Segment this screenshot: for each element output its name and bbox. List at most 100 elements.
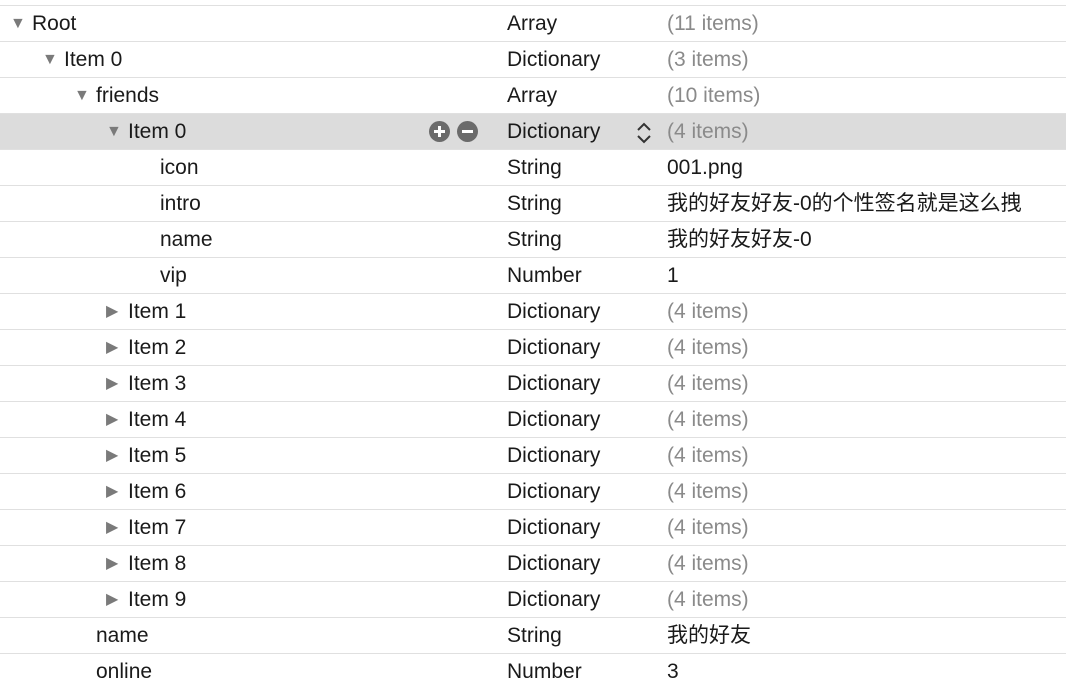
value-cell[interactable]: 3 [667, 654, 1066, 684]
chevron-down-icon [637, 135, 651, 144]
disclosure-triangle-expanded-icon[interactable]: ▼ [42, 42, 64, 77]
type-cell[interactable]: String [507, 186, 562, 221]
key-cell[interactable]: ▶ Item 6 [106, 474, 186, 509]
item-count: (10 items) [667, 84, 761, 107]
key-cell[interactable]: ▶ Item 9 [106, 582, 186, 617]
key-cell[interactable]: icon [138, 150, 199, 185]
item-count: (4 items) [667, 300, 749, 323]
type-cell[interactable]: Dictionary [507, 42, 600, 77]
type-cell[interactable]: Dictionary [507, 294, 600, 329]
key-cell[interactable]: ▶ Item 2 [106, 330, 186, 365]
plist-row[interactable]: name String 我的好友 [0, 618, 1066, 654]
key-cell[interactable]: ▼ Item 0 [42, 42, 122, 77]
key-cell[interactable]: ▶ Item 7 [106, 510, 186, 545]
key-cell[interactable]: ▼ friends [74, 78, 159, 113]
type-cell[interactable]: Dictionary [507, 402, 600, 437]
plist-row[interactable]: vip Number 1 [0, 258, 1066, 294]
key-cell[interactable]: name [138, 222, 213, 257]
item-count: (4 items) [667, 120, 749, 143]
disclosure-triangle-collapsed-icon[interactable]: ▶ [106, 366, 128, 401]
minus-circle-icon[interactable] [457, 121, 478, 142]
type-cell[interactable]: Dictionary [507, 438, 600, 473]
value-cell[interactable]: 我的好友好友-0的个性签名就是这么拽 [667, 186, 1066, 221]
plist-row[interactable]: icon String 001.png [0, 150, 1066, 186]
up-down-chevron-icon[interactable] [634, 120, 654, 146]
plist-row[interactable]: ▶ Item 2 Dictionary (4 items) [0, 330, 1066, 366]
plist-row[interactable]: online Number 3 [0, 654, 1066, 684]
key-label: name [160, 228, 213, 251]
type-cell[interactable]: Number [507, 654, 582, 684]
type-cell[interactable]: Dictionary [507, 366, 600, 401]
plist-row[interactable]: ▶ Item 6 Dictionary (4 items) [0, 474, 1066, 510]
key-label: name [96, 624, 149, 647]
key-label: Item 9 [128, 588, 187, 611]
plist-row[interactable]: ▶ Item 4 Dictionary (4 items) [0, 402, 1066, 438]
key-cell[interactable]: ▼ Root [10, 6, 76, 41]
key-label: Item 7 [128, 516, 187, 539]
type-cell[interactable]: Dictionary [507, 546, 600, 581]
plist-row[interactable]: ▼ friends Array (10 items) [0, 78, 1066, 114]
key-label: icon [160, 156, 199, 179]
disclosure-triangle-expanded-icon[interactable]: ▼ [10, 6, 32, 41]
disclosure-triangle-collapsed-icon[interactable]: ▶ [106, 402, 128, 437]
key-label: Item 1 [128, 300, 187, 323]
value-cell[interactable]: 1 [667, 258, 1066, 293]
key-label: friends [96, 84, 160, 107]
key-cell[interactable]: ▼ Item 0 [106, 114, 186, 149]
disclosure-triangle-collapsed-icon[interactable]: ▶ [106, 474, 128, 509]
plist-row[interactable]: ▼ Item 0 Dictionary (4 items) [0, 114, 1066, 150]
key-label: Item 0 [64, 48, 123, 71]
plist-row[interactable]: ▶ Item 9 Dictionary (4 items) [0, 582, 1066, 618]
key-label: Item 3 [128, 372, 187, 395]
key-label: Item 4 [128, 408, 187, 431]
disclosure-triangle-collapsed-icon[interactable]: ▶ [106, 438, 128, 473]
key-label: Item 6 [128, 480, 187, 503]
plist-rows: ▼ Root Array (11 items) ▼ Item 0 Dictionary (3 … [0, 6, 1066, 684]
plist-row[interactable]: name String 我的好友好友-0 [0, 222, 1066, 258]
plist-editor: ▼ Root Array (11 items) ▼ Item 0 Dictionary (3 … [0, 0, 1066, 684]
plus-circle-icon[interactable] [429, 121, 450, 142]
type-cell[interactable]: String [507, 618, 562, 653]
type-cell[interactable]: Dictionary [507, 474, 600, 509]
key-cell[interactable]: vip [138, 258, 187, 293]
disclosure-triangle-collapsed-icon[interactable]: ▶ [106, 546, 128, 581]
key-cell[interactable]: intro [138, 186, 201, 221]
key-cell[interactable]: ▶ Item 4 [106, 402, 186, 437]
type-cell[interactable]: String [507, 222, 562, 257]
type-cell[interactable]: Number [507, 258, 582, 293]
item-count: (4 items) [667, 444, 749, 467]
type-cell[interactable]: Array [507, 78, 557, 113]
key-cell[interactable]: ▶ Item 8 [106, 546, 186, 581]
value-cell[interactable]: 我的好友 [667, 618, 1066, 653]
type-cell[interactable]: Array [507, 6, 557, 41]
disclosure-triangle-collapsed-icon[interactable]: ▶ [106, 294, 128, 329]
value-cell[interactable]: 001.png [667, 150, 1066, 185]
plist-row[interactable]: ▶ Item 7 Dictionary (4 items) [0, 510, 1066, 546]
type-cell[interactable]: String [507, 150, 562, 185]
disclosure-triangle-collapsed-icon[interactable]: ▶ [106, 582, 128, 617]
key-cell[interactable]: online [74, 654, 152, 684]
plist-row[interactable]: ▶ Item 1 Dictionary (4 items) [0, 294, 1066, 330]
disclosure-triangle-collapsed-icon[interactable]: ▶ [106, 330, 128, 365]
disclosure-triangle-expanded-icon[interactable]: ▼ [106, 114, 128, 149]
value-cell[interactable]: 我的好友好友-0 [667, 222, 1066, 257]
type-cell[interactable]: Dictionary [507, 510, 600, 545]
key-cell[interactable]: ▶ Item 3 [106, 366, 186, 401]
plist-row[interactable]: intro String 我的好友好友-0的个性签名就是这么拽 [0, 186, 1066, 222]
plist-row[interactable]: ▶ Item 5 Dictionary (4 items) [0, 438, 1066, 474]
type-cell[interactable]: Dictionary [507, 114, 600, 149]
type-cell[interactable]: Dictionary [507, 582, 600, 617]
plist-row[interactable]: ▼ Item 0 Dictionary (3 items) [0, 42, 1066, 78]
disclosure-triangle-expanded-icon[interactable]: ▼ [74, 78, 96, 113]
key-cell[interactable]: ▶ Item 5 [106, 438, 186, 473]
plist-row[interactable]: ▼ Root Array (11 items) [0, 6, 1066, 42]
key-cell[interactable]: name [74, 618, 149, 653]
plist-row[interactable]: ▶ Item 8 Dictionary (4 items) [0, 546, 1066, 582]
item-count: (4 items) [667, 588, 749, 611]
disclosure-triangle-collapsed-icon[interactable]: ▶ [106, 510, 128, 545]
key-cell[interactable]: ▶ Item 1 [106, 294, 186, 329]
type-cell[interactable]: Dictionary [507, 330, 600, 365]
plist-row[interactable]: ▶ Item 3 Dictionary (4 items) [0, 366, 1066, 402]
item-count: (4 items) [667, 480, 749, 503]
key-label: vip [160, 264, 187, 287]
